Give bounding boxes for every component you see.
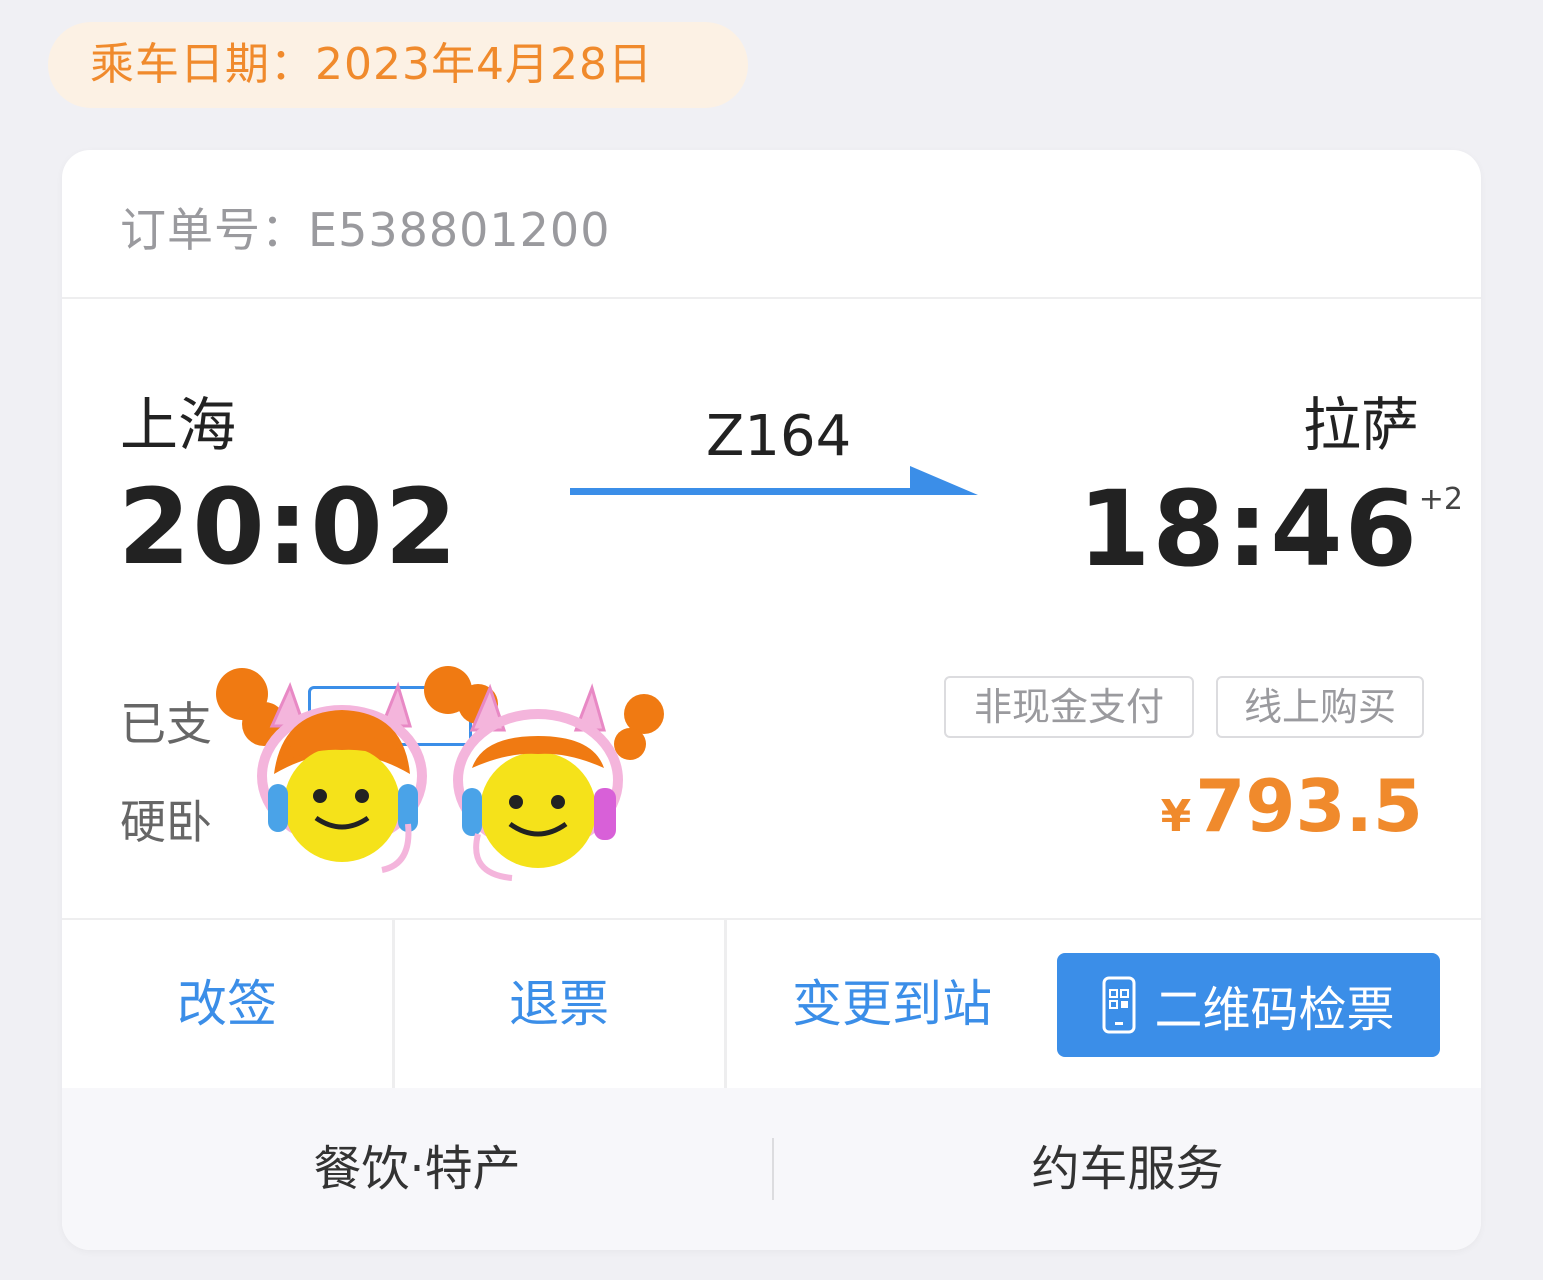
route-arrow-icon	[570, 466, 978, 495]
arrival-time: 18:46	[1077, 468, 1419, 590]
qr-check-button[interactable]: 二维码检票	[1057, 953, 1440, 1057]
train-number: Z164	[706, 404, 852, 469]
order-number-row: 订单号：E538801200	[62, 150, 1481, 299]
ticket-card: 订单号：E538801200 上海 20:02 Z164 拉萨 18:46 +2…	[62, 150, 1481, 1250]
payment-status: 已支	[120, 697, 212, 751]
departure-city: 上海	[120, 391, 237, 459]
ticket-actions: 改签 退票 变更到站 二维码检票	[62, 918, 1481, 1088]
sticker-overlay-icon	[216, 666, 664, 881]
tag-online-purchase: 线上购买	[1216, 676, 1424, 738]
trip-date-badge: 乘车日期：2023年4月28日	[48, 22, 748, 108]
currency-symbol: ¥	[1160, 791, 1192, 842]
departure-time: 20:02	[118, 466, 460, 588]
change-ticket-button[interactable]: 改签	[62, 920, 395, 1088]
food-specialty-link[interactable]: 餐饮·特产	[62, 1088, 772, 1250]
price-amount: 793.5	[1195, 764, 1423, 848]
ticket-price: ¥793.5	[1161, 764, 1423, 848]
arrival-day-offset: +2	[1418, 482, 1463, 517]
seat-type: 硬卧	[120, 795, 212, 849]
car-service-link[interactable]: 约车服务	[774, 1088, 1481, 1250]
tag-cashless-payment: 非现金支付	[944, 676, 1194, 738]
arrival-city: 拉萨	[1302, 391, 1419, 459]
order-number: 订单号：E538801200	[120, 203, 611, 257]
change-station-button[interactable]: 变更到站	[727, 920, 1057, 1088]
phone-qr-icon	[1102, 976, 1136, 1034]
refund-ticket-button[interactable]: 退票	[394, 920, 727, 1088]
qr-check-label: 二维码检票	[1154, 982, 1395, 1038]
services-bar: 餐饮·特产 约车服务	[62, 1088, 1481, 1250]
